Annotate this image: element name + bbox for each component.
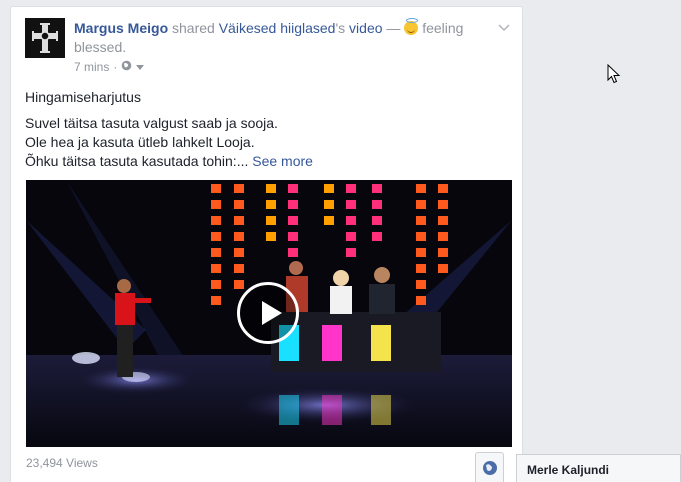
feeling-text: feeling bbox=[422, 20, 464, 36]
post-line-1: Suvel täitsa tasuta valgust saab ja sooj… bbox=[25, 115, 278, 131]
halo-smile-emoji-icon bbox=[404, 18, 419, 35]
post-menu-chevron-down-icon[interactable] bbox=[498, 21, 510, 35]
post-meta: 7 mins · bbox=[74, 60, 145, 74]
author-name-link[interactable]: Margus Meigo bbox=[74, 20, 168, 36]
view-count: 23,494 Views bbox=[26, 456, 98, 470]
timestamp-link[interactable]: 7 mins bbox=[74, 60, 109, 74]
post-line-3: Õhku täitsa tasuta kasutada tohin:... Se… bbox=[25, 152, 313, 171]
video-link[interactable]: video bbox=[349, 20, 382, 36]
meta-separator: · bbox=[113, 60, 118, 74]
author-avatar[interactable] bbox=[25, 18, 65, 58]
video-player[interactable] bbox=[26, 180, 512, 447]
shared-text: shared bbox=[172, 20, 215, 36]
video-owner-link[interactable]: Väikesed hiiglased bbox=[219, 20, 336, 36]
chat-tab-merle-kaljundi[interactable]: Merle Kaljundi bbox=[516, 454, 681, 482]
post-line-2: Ole hea ja kasuta ütleb lahkelt Looja. bbox=[25, 134, 255, 150]
post-header: Margus Meigo shared Väikesed hiiglased's… bbox=[74, 18, 494, 57]
globe-icon-button[interactable] bbox=[475, 452, 504, 482]
possessive-text: 's bbox=[335, 20, 346, 36]
public-globe-icon[interactable] bbox=[121, 60, 132, 74]
globe-icon bbox=[482, 460, 497, 475]
mouse-pointer-icon bbox=[607, 63, 621, 89]
chat-contact-name: Merle Kaljundi bbox=[527, 463, 610, 477]
post-body: Suvel täitsa tasuta valgust saab ja sooj… bbox=[25, 114, 313, 171]
privacy-dropdown-icon[interactable] bbox=[136, 60, 145, 74]
play-icon[interactable] bbox=[237, 282, 299, 344]
post-card: Margus Meigo shared Väikesed hiiglased's… bbox=[10, 6, 523, 482]
feeling-value: blessed. bbox=[74, 39, 127, 55]
see-more-link[interactable]: See more bbox=[252, 153, 313, 169]
post-line-3-text: Õhku täitsa tasuta kasutada tohin:... bbox=[25, 153, 249, 169]
post-title: Hingamiseharjutus bbox=[25, 89, 141, 105]
dash-text: — bbox=[386, 20, 401, 36]
cross-emblem-icon bbox=[32, 23, 58, 53]
